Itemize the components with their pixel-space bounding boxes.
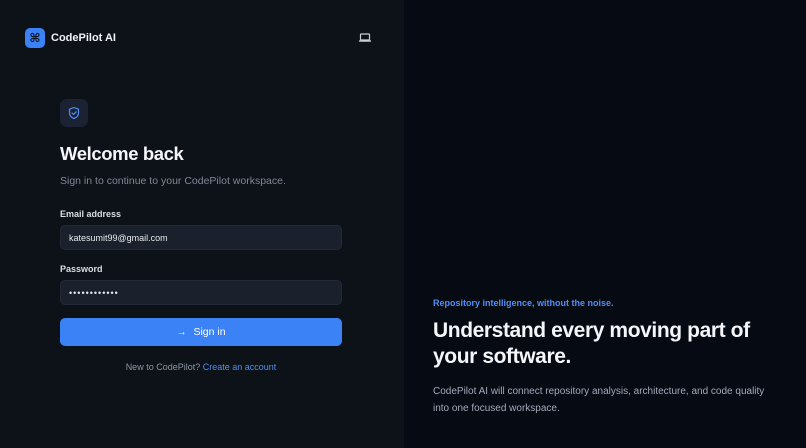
email-field[interactable] [60,225,342,250]
sign-in-button[interactable]: → Sign in [60,318,342,346]
shield-badge [60,99,88,127]
create-account-link[interactable]: Create an account [203,362,277,372]
password-field[interactable] [60,280,342,305]
page-title: Welcome back [60,143,184,164]
marketing-description: CodePilot AI will connect repository ana… [433,386,765,414]
laptop-icon [359,33,371,42]
page-subtitle: Sign in to continue to your CodePilot wo… [60,175,286,187]
email-label: Email address [60,209,122,219]
brand-logo-icon: ⌘ [25,28,45,48]
shield-check-icon [68,106,80,120]
marketing-headline: Understand every moving part of your sof… [433,319,750,368]
marketing-eyebrow: Repository intelligence, without the noi… [433,298,614,308]
signup-prompt-text: New to CodePilot? [125,362,201,372]
password-label: Password [60,264,103,274]
theme-toggle-button[interactable] [356,30,374,46]
arrow-right-icon: → [176,326,187,338]
marketing-panel [404,0,806,448]
brand: ⌘ CodePilot AI [25,28,116,48]
signup-prompt: New to CodePilot? Create an account [60,362,342,372]
login-panel: ⌘ CodePilot AI Welcome back Sign in to c… [0,0,404,448]
brand-name: CodePilot AI [51,32,116,44]
sign-in-label: Sign in [193,326,226,338]
